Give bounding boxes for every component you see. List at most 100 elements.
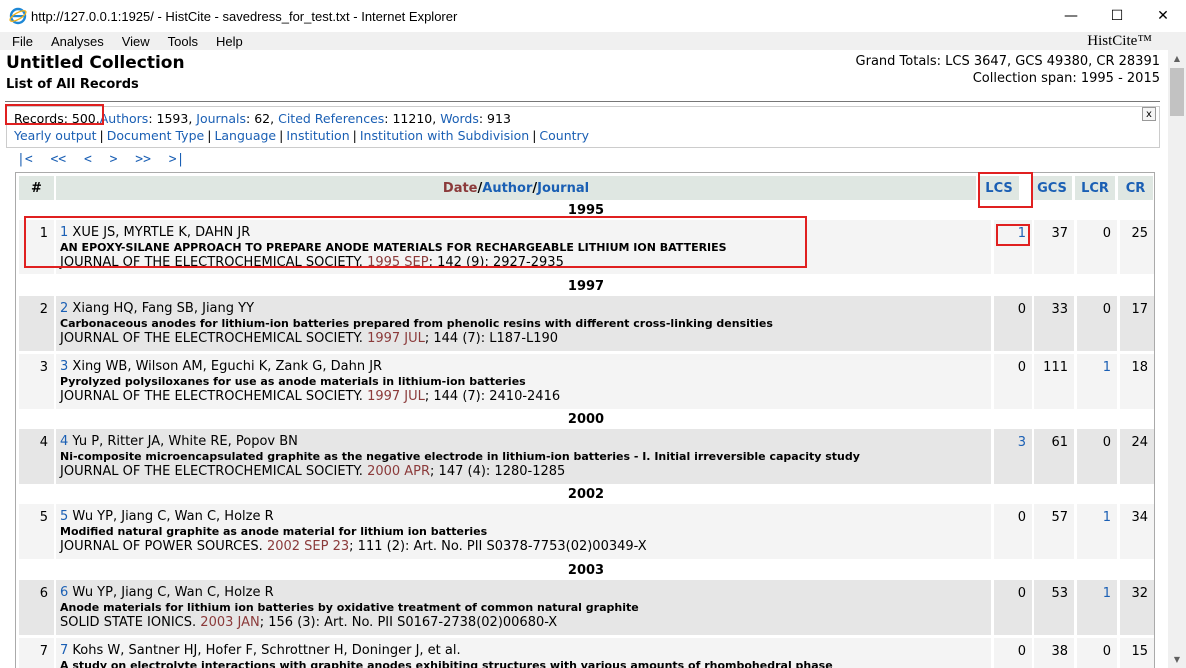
- yearly-output-link[interactable]: Yearly output: [14, 128, 97, 143]
- record-link[interactable]: 5: [60, 509, 68, 524]
- record-link[interactable]: 3: [60, 359, 68, 374]
- record-journal: JOURNAL OF THE ELECTROCHEMICAL SOCIETY.: [60, 464, 363, 479]
- menu-bar: File Analyses View Tools Help HistCite™: [0, 32, 1186, 50]
- record-title: Anode materials for lithium ion batterie…: [60, 601, 639, 614]
- maximize-button[interactable]: ☐: [1094, 0, 1140, 32]
- cited-references-link[interactable]: Cited References: [278, 111, 384, 126]
- record-link[interactable]: 6: [60, 585, 68, 600]
- institution-subdivision-link[interactable]: Institution with Subdivision: [360, 128, 529, 143]
- gcs-value: 33: [1034, 296, 1074, 351]
- menu-tools[interactable]: Tools: [162, 34, 204, 49]
- sort-by-journal[interactable]: Journal: [537, 181, 589, 196]
- close-summary-button[interactable]: x: [1142, 107, 1156, 121]
- record-date: 1997 JUL: [367, 389, 425, 404]
- record-authors-line: 5 Wu YP, Jiang C, Wan C, Holze R: [60, 510, 991, 524]
- cr-value: 24: [1120, 429, 1154, 484]
- lcs-value: 0: [994, 580, 1032, 635]
- record-authors: Wu YP, Jiang C, Wan C, Holze R: [72, 509, 274, 524]
- language-link[interactable]: Language: [214, 128, 276, 143]
- table-row: 55 Wu YP, Jiang C, Wan C, Holze R Modifie…: [16, 504, 1154, 559]
- sort-by-author[interactable]: Author: [482, 181, 532, 196]
- institution-link[interactable]: Institution: [286, 128, 349, 143]
- menu-analyses[interactable]: Analyses: [45, 34, 110, 49]
- record-authors-line: 3 Xing WB, Wilson AM, Eguchi K, Zank G, …: [60, 360, 991, 374]
- journals-link[interactable]: Journals: [196, 111, 246, 126]
- scroll-thumb[interactable]: [1170, 68, 1184, 116]
- gcs-value: 61: [1034, 429, 1074, 484]
- sort-by-gcs[interactable]: GCS: [1032, 176, 1072, 200]
- scroll-down-arrow-icon[interactable]: ▼: [1168, 651, 1186, 668]
- record-title: Modified natural graphite as anode mater…: [60, 525, 488, 538]
- next-page-button[interactable]: >: [110, 152, 118, 167]
- record-cell: 4 Yu P, Ritter JA, White RE, Popov BN Ni-…: [56, 429, 991, 484]
- page-content: Untitled Collection List of All Records …: [0, 50, 1168, 668]
- record-link[interactable]: 7: [60, 643, 68, 658]
- record-date: 2002 SEP 23: [266, 539, 350, 554]
- collection-span: Collection span: 1995 - 2015: [972, 71, 1160, 86]
- authors-count: : 1593,: [148, 111, 193, 126]
- record-ref: ; 147 (4): 1280-1285: [430, 464, 566, 479]
- record-ref: ; 111 (2): Art. No. PII S0378-7753(02)00…: [349, 539, 647, 554]
- last-page-button[interactable]: >|: [169, 152, 185, 167]
- record-cell: 7 Kohs W, Santner HJ, Hofer F, Schrottne…: [56, 638, 991, 668]
- internet-explorer-icon: [9, 7, 27, 25]
- record-date: 2003 JAN: [200, 615, 260, 630]
- authors-link[interactable]: Authors: [100, 111, 149, 126]
- record-authors-line: 6 Wu YP, Jiang C, Wan C, Holze R: [60, 586, 991, 600]
- words-count: : 913: [478, 111, 511, 126]
- table-row: 33 Xing WB, Wilson AM, Eguchi K, Zank G,…: [16, 354, 1154, 409]
- record-link[interactable]: 2: [60, 301, 68, 316]
- minimize-button[interactable]: —: [1048, 0, 1094, 32]
- record-cell: 6 Wu YP, Jiang C, Wan C, Holze R Anode ma…: [56, 580, 991, 635]
- lcs-value: 0: [994, 638, 1032, 668]
- gcs-value: 38: [1034, 638, 1074, 668]
- year-heading: 2000: [567, 412, 605, 427]
- window-title: http://127.0.0.1:1925/ - HistCite - save…: [31, 8, 458, 24]
- gcs-value: 37: [1034, 220, 1074, 274]
- close-window-button[interactable]: ✕: [1140, 0, 1186, 32]
- sort-by-lcr[interactable]: LCR: [1075, 176, 1115, 200]
- next-block-button[interactable]: >>: [135, 152, 151, 167]
- document-type-link[interactable]: Document Type: [107, 128, 204, 143]
- analysis-links: Yearly output | Document Type | Language | Ins…: [14, 128, 590, 143]
- record-ref: ; 156 (3): Art. No. PII S0167-2738(02)00…: [259, 615, 558, 630]
- year-heading: 2003: [567, 563, 605, 578]
- header-main: Date / Author / Journal: [56, 176, 976, 200]
- lcs-value[interactable]: 3: [994, 429, 1032, 484]
- sort-by-cr[interactable]: CR: [1118, 176, 1153, 200]
- prev-page-button[interactable]: <: [84, 152, 92, 167]
- gcs-value: 57: [1034, 504, 1074, 559]
- record-cell: 5 Wu YP, Jiang C, Wan C, Holze R Modified…: [56, 504, 991, 559]
- divider: [5, 101, 1160, 102]
- menu-help[interactable]: Help: [210, 34, 249, 49]
- prev-block-button[interactable]: <<: [50, 152, 66, 167]
- record-date: 2000 APR: [367, 464, 431, 479]
- lcr-value[interactable]: 1: [1077, 580, 1117, 635]
- country-link[interactable]: Country: [539, 128, 589, 143]
- record-cell: 3 Xing WB, Wilson AM, Eguchi K, Zank G, …: [56, 354, 991, 409]
- record-source: JOURNAL OF POWER SOURCES. 2002 SEP 23; 1…: [60, 539, 991, 554]
- row-number: 4: [19, 429, 54, 484]
- menu-file[interactable]: File: [6, 34, 39, 49]
- lcr-value[interactable]: 1: [1077, 504, 1117, 559]
- row-number: 7: [19, 638, 54, 668]
- row-number: 2: [19, 296, 54, 351]
- cr-value: 25: [1120, 220, 1154, 274]
- lcr-value: 0: [1077, 296, 1117, 351]
- lcr-value[interactable]: 1: [1077, 354, 1117, 409]
- record-link[interactable]: 4: [60, 434, 68, 449]
- cr-value: 34: [1120, 504, 1154, 559]
- record-source: JOURNAL OF THE ELECTROCHEMICAL SOCIETY. …: [60, 389, 991, 404]
- scroll-up-arrow-icon[interactable]: ▲: [1168, 50, 1186, 67]
- record-authors: Yu P, Ritter JA, White RE, Popov BN: [72, 434, 298, 449]
- first-page-button[interactable]: |<: [17, 152, 33, 167]
- lcs-value: 0: [994, 354, 1032, 409]
- words-link[interactable]: Words: [440, 111, 479, 126]
- vertical-scrollbar[interactable]: ▲ ▼: [1168, 50, 1186, 668]
- record-journal: JOURNAL OF POWER SOURCES.: [60, 539, 263, 554]
- cr-value: 15: [1120, 638, 1154, 668]
- sort-by-date[interactable]: Date: [443, 181, 478, 196]
- menu-view[interactable]: View: [116, 34, 156, 49]
- record-journal: JOURNAL OF THE ELECTROCHEMICAL SOCIETY.: [60, 389, 363, 404]
- record-ref: ; 144 (7): L187-L190: [424, 331, 559, 346]
